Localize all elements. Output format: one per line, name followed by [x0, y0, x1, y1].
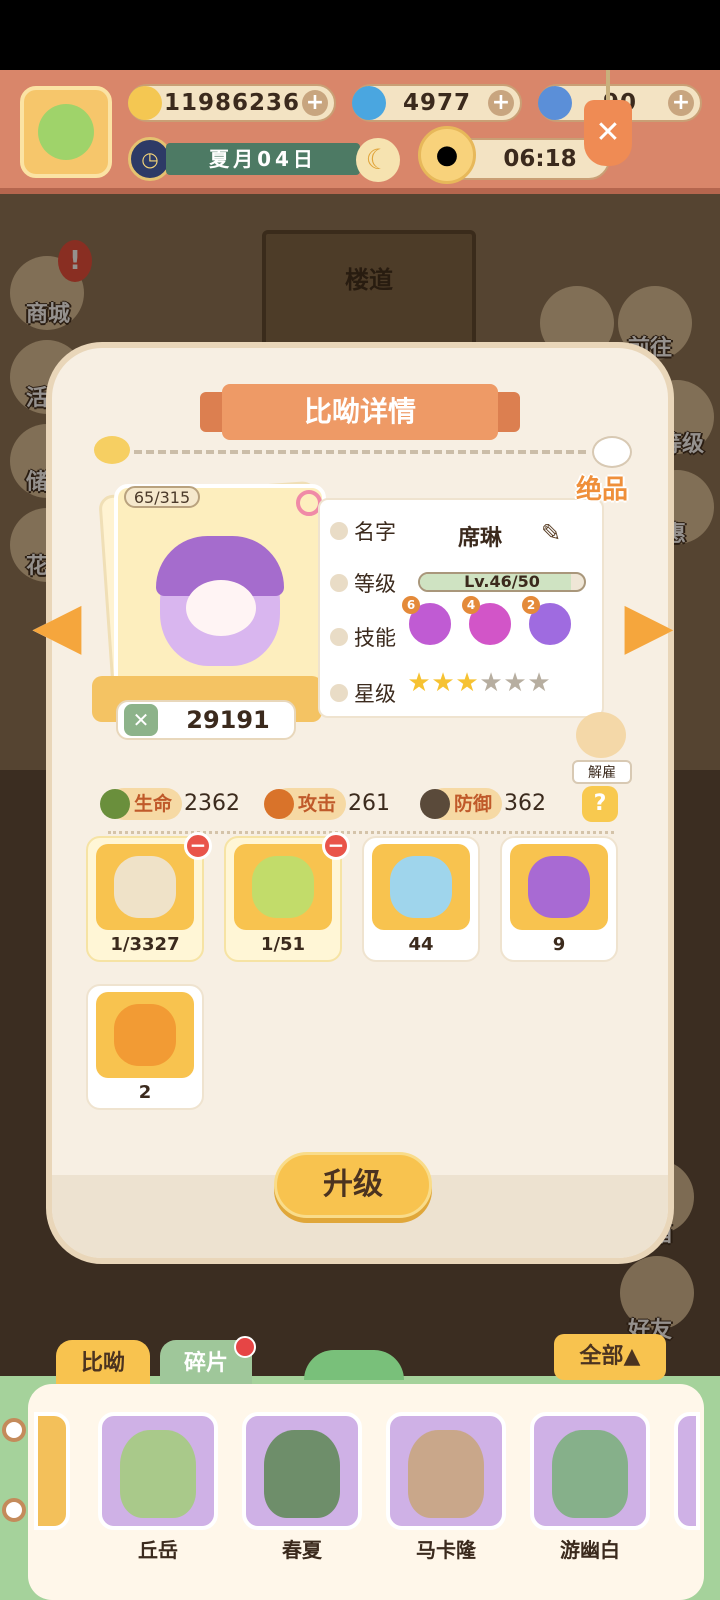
rarity-badge: 绝品	[575, 475, 628, 505]
dismiss-button[interactable]: 解雇	[572, 760, 632, 784]
title-divider	[134, 450, 586, 454]
dino-avatar-icon	[38, 104, 94, 160]
star-filled-icon: ★	[407, 668, 431, 698]
level-text: Lv.46/50	[464, 572, 540, 591]
flame-add-button[interactable]: +	[488, 90, 514, 116]
character-portrait	[120, 1430, 196, 1518]
flame-counter: 4977 +	[352, 84, 522, 122]
potion-bottle-icon	[390, 856, 452, 918]
character-face	[186, 580, 256, 636]
star-filled-icon: ★	[431, 668, 455, 698]
tab-biyou[interactable]: 比呦	[56, 1340, 150, 1388]
character-card[interactable]	[242, 1412, 362, 1530]
exp-potion-item[interactable]: 44	[362, 836, 480, 962]
stat-value: 2362	[184, 791, 240, 816]
crossed-swords-icon: ✕	[124, 704, 158, 736]
potion-bottle-icon	[114, 856, 176, 918]
fragment-count: 65/315	[124, 486, 200, 508]
character-name: 游幽白	[560, 1538, 620, 1562]
paw-icon	[330, 684, 348, 702]
star-empty-icon: ★	[479, 668, 503, 698]
character-name: 丘岳	[138, 1538, 178, 1562]
blue-flame-icon	[352, 86, 386, 120]
name-label: 名字	[354, 520, 396, 544]
timer-value: 06:18	[503, 146, 577, 172]
skills-label: 技能	[354, 626, 396, 650]
binder-ring	[2, 1418, 26, 1442]
character-card[interactable]	[386, 1412, 506, 1530]
dismiss-cat-icon[interactable]	[576, 712, 626, 758]
binder-ring	[2, 1498, 26, 1522]
stats-divider	[108, 831, 614, 834]
skill-level-badge: 4	[462, 596, 480, 614]
character-card-partial[interactable]	[674, 1412, 700, 1530]
item-count: 1/51	[260, 934, 306, 955]
character-name: 春夏	[282, 1538, 322, 1562]
character-name: 马卡隆	[416, 1538, 476, 1562]
stat-icon	[100, 789, 130, 819]
exp-potion-item[interactable]: 9	[500, 836, 618, 962]
radish-icon: ●	[418, 126, 476, 184]
notification-dot	[234, 1336, 256, 1358]
panel-title: 比呦详情	[222, 384, 498, 440]
stat-value: 362	[504, 791, 546, 816]
level-label: 等级	[354, 572, 396, 596]
item-count: 1/3327	[110, 934, 180, 955]
paw-icon	[330, 574, 348, 592]
upgrade-button[interactable]: 升级	[274, 1152, 432, 1218]
stars-label: 星级	[354, 682, 396, 706]
character-portrait	[264, 1430, 340, 1518]
close-tag-button[interactable]: ✕	[584, 100, 632, 166]
item-count: 9	[552, 934, 566, 955]
banana-value: 11986236	[163, 90, 301, 116]
item-count: 44	[408, 934, 434, 955]
skill-level-badge: 6	[402, 596, 420, 614]
date-text: 夏月04日	[166, 143, 360, 175]
white-bird-icon	[592, 436, 632, 468]
star-empty-icon: ★	[527, 668, 551, 698]
player-avatar[interactable]	[20, 86, 112, 178]
help-button[interactable]: ?	[582, 786, 618, 822]
star-empty-icon: ★	[503, 668, 527, 698]
skill-level-badge: 2	[522, 596, 540, 614]
character-name: 席琳	[457, 526, 502, 551]
character-card[interactable]	[530, 1412, 650, 1530]
character-portrait	[552, 1430, 628, 1518]
stat-value: 261	[348, 791, 390, 816]
star-filled-icon: ★	[455, 668, 479, 698]
blue-banana-add-button[interactable]: +	[668, 90, 694, 116]
banana-add-button[interactable]: +	[302, 90, 328, 116]
power-value: 29191	[186, 706, 270, 734]
potion-bottle-icon	[114, 1004, 176, 1066]
character-portrait	[408, 1430, 484, 1518]
frog-decoration	[304, 1350, 404, 1380]
potion-bottle-icon	[252, 856, 314, 918]
remove-item-button[interactable]: −	[322, 832, 350, 860]
character-card[interactable]	[98, 1412, 218, 1530]
item-count: 2	[138, 1082, 152, 1103]
character-card-partial[interactable]	[34, 1412, 70, 1530]
edit-name-icon[interactable]: ✎	[536, 518, 566, 548]
next-arrow[interactable]: ▶	[614, 594, 684, 658]
banana-icon	[128, 86, 162, 120]
filter-dropdown[interactable]: 全部▲	[554, 1334, 666, 1380]
paw-icon	[330, 522, 348, 540]
yellow-bird-icon	[94, 436, 130, 464]
stat-icon	[264, 789, 294, 819]
banana-counter: 11986236 +	[128, 84, 336, 122]
season-date: ◷ 夏月04日	[128, 137, 360, 181]
moon-icon: ☾	[356, 138, 400, 182]
blue-banana-icon	[538, 86, 572, 120]
potion-bottle-icon	[528, 856, 590, 918]
stat-icon	[420, 789, 450, 819]
remove-item-button[interactable]: −	[184, 832, 212, 860]
previous-arrow[interactable]: ◀	[22, 594, 92, 658]
paw-icon	[330, 628, 348, 646]
exp-potion-item[interactable]: 2	[86, 984, 204, 1110]
flame-value: 4977	[402, 90, 471, 116]
